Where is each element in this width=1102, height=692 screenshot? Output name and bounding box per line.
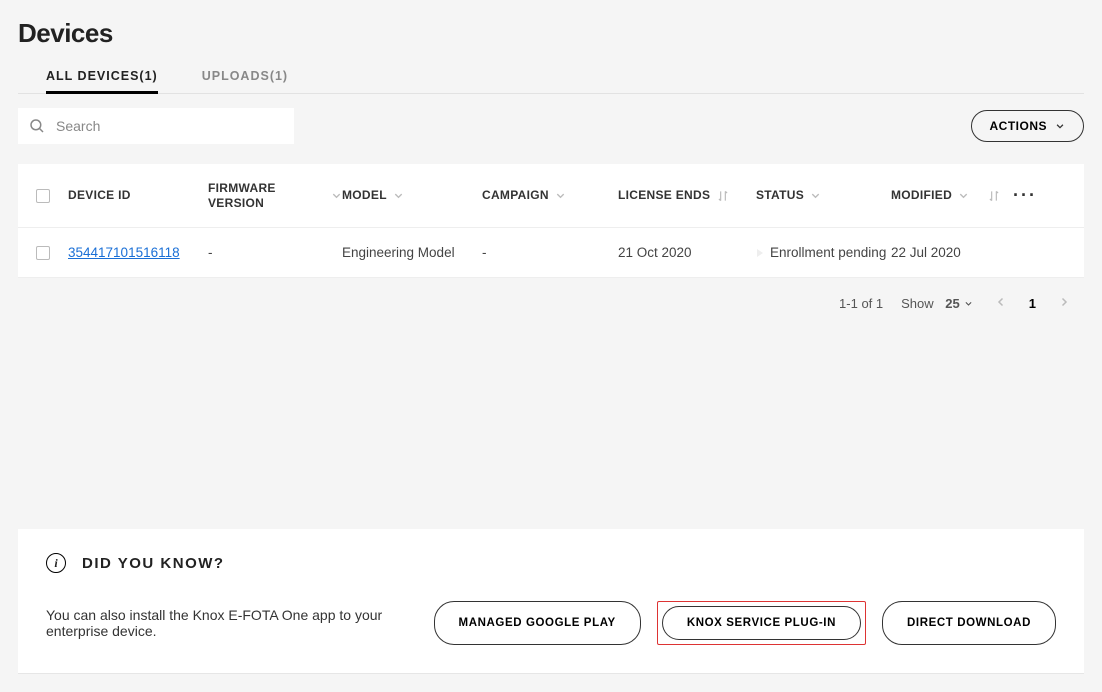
prev-page-button[interactable]	[991, 292, 1011, 315]
info-title: DID YOU KNOW?	[82, 555, 225, 572]
row-checkbox[interactable]	[36, 246, 50, 260]
tab-uploads[interactable]: UPLOADS(1)	[202, 63, 288, 93]
cell-firmware: -	[208, 245, 342, 260]
actions-label: ACTIONS	[990, 119, 1048, 133]
device-id-link[interactable]: 354417101516118	[68, 245, 180, 260]
managed-google-play-button[interactable]: MANAGED GOOGLE PLAY	[434, 601, 641, 645]
devices-table: DEVICE ID FIRMWARE VERSION MODEL CAMPAIG…	[18, 164, 1084, 278]
tab-all-devices[interactable]: ALL DEVICES(1)	[46, 63, 158, 93]
search-input[interactable]	[56, 118, 284, 134]
info-icon: i	[46, 553, 66, 573]
col-device-id[interactable]: DEVICE ID	[68, 188, 208, 203]
page-title: Devices	[18, 18, 1084, 49]
highlight-box: KNOX SERVICE PLUG-IN	[657, 601, 866, 645]
actions-button[interactable]: ACTIONS	[971, 110, 1085, 142]
next-page-button[interactable]	[1054, 292, 1074, 315]
page-size-select[interactable]: Show 25	[901, 296, 973, 311]
col-firmware-label: FIRMWARE VERSION	[208, 181, 325, 211]
paginator: 1-1 of 1 Show 25 1	[18, 278, 1084, 315]
show-label: Show	[901, 296, 934, 311]
chevron-down-icon	[810, 190, 821, 201]
toolbar: ACTIONS	[18, 108, 1084, 144]
per-page-value: 25	[945, 296, 959, 311]
chevron-down-icon	[393, 190, 404, 201]
col-model[interactable]: MODEL	[342, 188, 482, 203]
chevron-down-icon	[1055, 121, 1065, 131]
table-row: 354417101516118 - Engineering Model - 21…	[18, 228, 1084, 278]
col-device-id-label: DEVICE ID	[68, 188, 131, 203]
search-box[interactable]	[18, 108, 294, 144]
info-panel: i DID YOU KNOW? You can also install the…	[18, 529, 1084, 674]
col-modified[interactable]: MODIFIED	[891, 188, 1013, 203]
info-text: You can also install the Knox E-FOTA One…	[46, 607, 414, 639]
chevron-down-icon	[958, 190, 969, 201]
col-campaign-label: CAMPAIGN	[482, 188, 549, 203]
col-model-label: MODEL	[342, 188, 387, 203]
col-firmware[interactable]: FIRMWARE VERSION	[208, 181, 342, 211]
col-campaign[interactable]: CAMPAIGN	[482, 188, 618, 203]
cell-license: 21 Oct 2020	[618, 245, 756, 260]
sort-icon	[987, 189, 1001, 203]
cell-campaign: -	[482, 245, 618, 260]
col-status[interactable]: STATUS	[756, 188, 891, 203]
status-text: Enrollment pending	[770, 245, 886, 260]
chevron-down-icon	[964, 299, 973, 308]
chevron-down-icon	[331, 190, 342, 201]
cell-modified: 22 Jul 2020	[891, 245, 1013, 260]
sort-icon	[716, 189, 730, 203]
more-icon[interactable]: ···	[1013, 184, 1037, 207]
col-modified-label: MODIFIED	[891, 188, 952, 203]
cell-status: Enrollment pending	[756, 245, 891, 260]
tabs: ALL DEVICES(1) UPLOADS(1)	[18, 63, 1084, 94]
knox-service-plugin-button[interactable]: KNOX SERVICE PLUG-IN	[662, 606, 861, 640]
chevron-down-icon	[555, 190, 566, 201]
select-all-checkbox[interactable]	[36, 189, 50, 203]
search-icon	[28, 117, 46, 135]
pagination-range: 1-1 of 1	[839, 296, 883, 311]
current-page: 1	[1029, 296, 1036, 311]
col-license[interactable]: LICENSE ENDS	[618, 188, 756, 203]
col-license-label: LICENSE ENDS	[618, 188, 710, 203]
col-status-label: STATUS	[756, 188, 804, 203]
table-header: DEVICE ID FIRMWARE VERSION MODEL CAMPAIG…	[18, 164, 1084, 228]
status-indicator-icon	[757, 249, 763, 257]
cell-model: Engineering Model	[342, 245, 482, 260]
direct-download-button[interactable]: DIRECT DOWNLOAD	[882, 601, 1056, 645]
